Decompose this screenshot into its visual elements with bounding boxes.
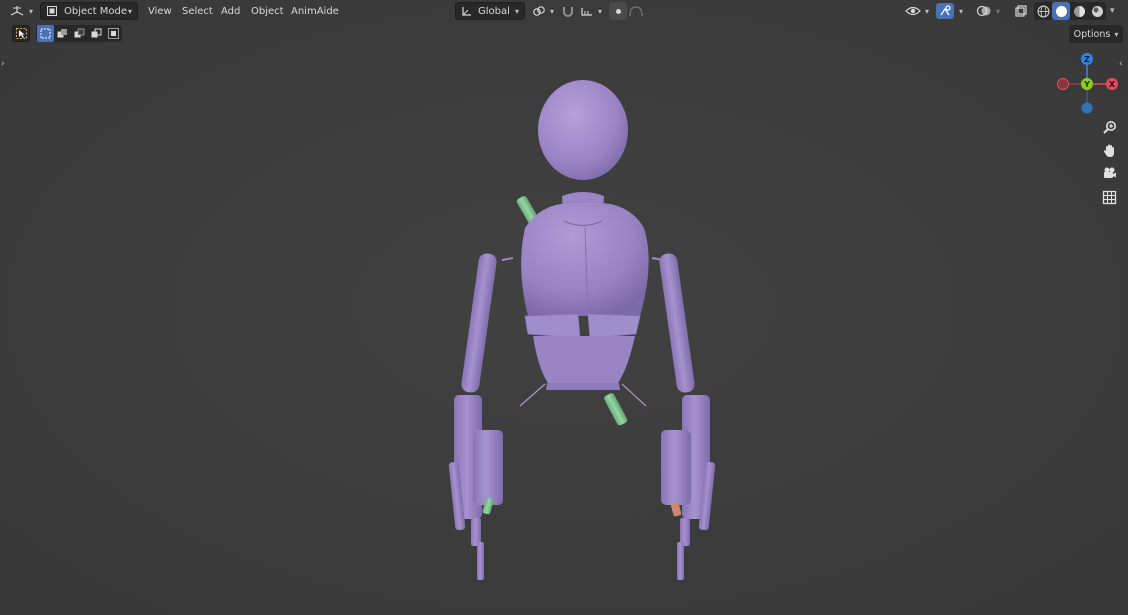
transform-orientation-dropdown[interactable]: Global ▾	[455, 2, 525, 20]
select-tool-button[interactable]	[12, 25, 30, 42]
snap-increment-icon	[581, 8, 592, 16]
menu-animaide[interactable]: AnimAide	[285, 2, 345, 20]
chevron-down-icon: ▾	[1114, 29, 1119, 39]
menu-add-label: Add	[221, 5, 241, 17]
arm-right[interactable]	[651, 252, 716, 580]
bone-green-lower[interactable]	[603, 392, 628, 426]
options-label: Options	[1073, 28, 1111, 40]
select-invert-button[interactable]	[88, 25, 105, 42]
head[interactable]	[538, 80, 628, 180]
menu-view[interactable]: View	[142, 2, 178, 20]
select-subtract-button[interactable]	[71, 25, 88, 42]
chevron-down-icon: ▾	[514, 6, 519, 16]
chevron-down-icon: ▾	[598, 6, 603, 16]
camera-view-button[interactable]	[1099, 163, 1119, 183]
chevron-down-icon: ▾	[996, 6, 1001, 16]
overlays-icon	[976, 5, 991, 17]
select-extend-icon	[57, 29, 67, 38]
gizmo-x-neg	[1057, 78, 1069, 90]
magnet-icon	[563, 7, 573, 17]
snap-toggle[interactable]	[561, 2, 575, 20]
gizmo-z-neg	[1081, 102, 1093, 114]
menu-select[interactable]: Select	[176, 2, 219, 20]
object-visibility-dropdown[interactable]: ▾	[905, 2, 929, 20]
viewport-header: ▾ Object Mode ▾ View Select Add Object A…	[0, 0, 1128, 22]
rendered-sphere-icon	[1091, 5, 1103, 17]
select-invert-icon	[91, 28, 101, 38]
hand-icon	[1103, 144, 1114, 157]
gizmo-icon	[940, 5, 951, 16]
chevron-down-icon: ▾	[959, 6, 964, 16]
editor-type-button[interactable]: ▾	[9, 2, 33, 20]
gizmo-z-label: Z	[1084, 55, 1090, 64]
pivot-point-button[interactable]: ▾	[532, 2, 554, 20]
menu-object-label: Object	[251, 5, 284, 17]
zoom-magnifier-icon	[1102, 120, 1116, 134]
select-extend-button[interactable]	[54, 25, 71, 42]
gizmo-toggle[interactable]	[936, 3, 954, 19]
pan-button[interactable]	[1099, 140, 1119, 160]
wireframe-sphere-icon	[1037, 5, 1049, 17]
shading-options-dropdown[interactable]: ▾	[1106, 2, 1115, 20]
proportional-falloff-dropdown[interactable]	[629, 2, 643, 20]
proportional-editing-toggle[interactable]	[609, 2, 627, 20]
chevron-down-icon: ▾	[127, 6, 132, 16]
gizmo-x-label: X	[1109, 80, 1116, 89]
grid-icon	[1102, 190, 1116, 204]
perspective-toggle-button[interactable]	[1099, 187, 1119, 207]
select-intersect-button[interactable]	[105, 25, 122, 42]
snap-target-dropdown[interactable]: ▾	[580, 2, 602, 20]
xray-toggle[interactable]	[1014, 2, 1028, 20]
xray-icon	[1015, 5, 1027, 17]
menu-select-label: Select	[182, 5, 213, 17]
options-dropdown[interactable]: Options ▾	[1069, 25, 1123, 43]
camera-icon	[1103, 167, 1116, 178]
material-sphere-icon	[1073, 5, 1085, 17]
menu-object[interactable]: Object	[245, 2, 290, 20]
torso[interactable]	[521, 203, 649, 316]
camera-grid-icon	[10, 6, 24, 16]
shading-material-button[interactable]	[1070, 2, 1088, 20]
pivot-link-icon	[533, 6, 545, 16]
transform-orientation-label: Global	[478, 5, 510, 17]
navigation-gizmo[interactable]: Z X Y	[1052, 48, 1124, 120]
arm-left[interactable]	[448, 252, 514, 580]
shading-rendered-button[interactable]	[1088, 2, 1106, 20]
zoom-button[interactable]	[1099, 117, 1119, 137]
shading-solid-button[interactable]	[1052, 2, 1070, 20]
falloff-curve-icon	[629, 6, 643, 17]
chevron-down-icon: ▾	[925, 6, 930, 16]
select-intersect-icon	[107, 28, 119, 39]
select-new-icon	[40, 28, 50, 39]
solid-sphere-icon	[1055, 5, 1067, 17]
toolbar-expand-arrow[interactable]: ›	[1, 59, 5, 69]
menu-view-label: View	[148, 5, 172, 17]
shading-wireframe-button[interactable]	[1034, 2, 1052, 20]
chevron-down-icon: ▾	[29, 6, 34, 16]
selection-mode-group	[36, 25, 122, 42]
mode-label: Object Mode	[64, 5, 127, 17]
mode-dropdown[interactable]: Object Mode ▾	[40, 2, 138, 20]
character-model[interactable]	[430, 78, 730, 588]
overlays-toggle[interactable]: ▾	[976, 2, 1000, 20]
menu-add[interactable]: Add	[215, 2, 246, 20]
chevron-down-icon: ▾	[550, 6, 555, 16]
object-mode-icon	[47, 6, 57, 16]
gizmo-dropdown[interactable]: ▾	[955, 2, 963, 20]
pelvis[interactable]	[533, 336, 635, 383]
gizmo-y-label: Y	[1083, 80, 1090, 89]
cursor-select-icon	[15, 28, 27, 39]
orientation-axes-icon	[462, 7, 471, 16]
menu-animaide-label: AnimAide	[291, 5, 339, 17]
3d-viewport[interactable]: ▾ Object Mode ▾ View Select Add Object A…	[0, 0, 1128, 615]
chevron-down-icon: ▾	[1110, 6, 1115, 16]
select-subtract-icon	[74, 28, 84, 38]
proportional-dot-icon	[615, 8, 621, 14]
select-new-button[interactable]	[36, 25, 54, 42]
eye-icon	[905, 6, 921, 16]
shading-mode-group	[1034, 2, 1106, 20]
